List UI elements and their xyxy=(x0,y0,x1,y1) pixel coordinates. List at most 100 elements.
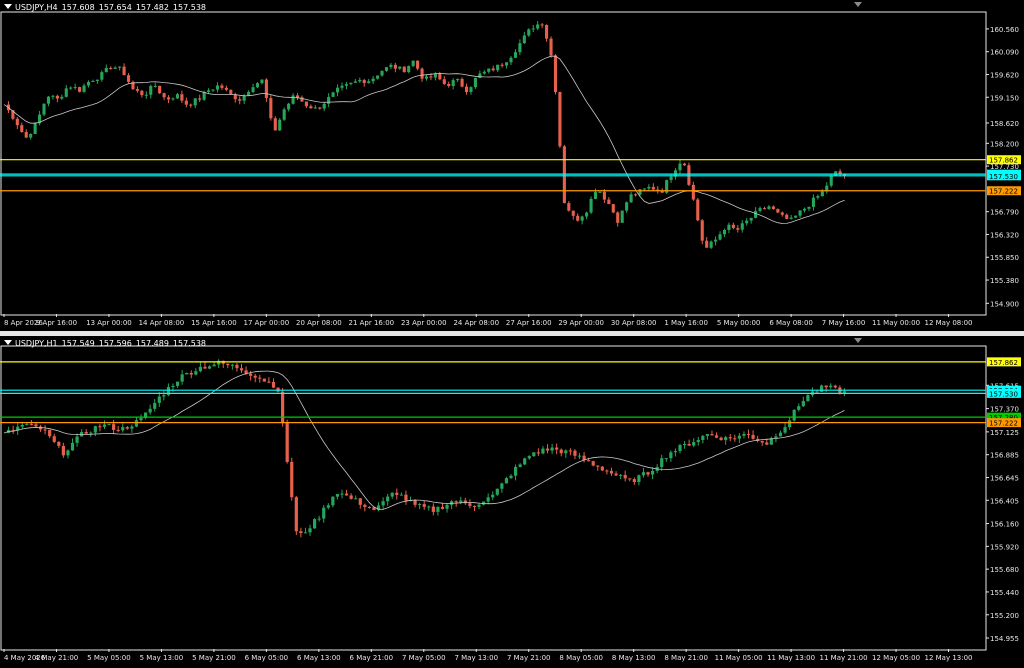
x-tick-label: 7 May 21:00 xyxy=(507,654,551,662)
candle-down xyxy=(776,209,780,213)
candle-down xyxy=(281,391,285,424)
candle-up xyxy=(504,62,509,66)
candle-up xyxy=(811,197,815,207)
y-tick-label: 159.620 xyxy=(990,71,1019,79)
candle-down xyxy=(404,494,408,501)
candle-down xyxy=(454,501,458,503)
candle-up xyxy=(29,133,33,138)
candle-up xyxy=(445,504,449,509)
candle-up xyxy=(157,396,161,403)
candle-down xyxy=(402,66,406,73)
candle-up xyxy=(171,98,175,100)
candle-up xyxy=(317,518,321,520)
candle-down xyxy=(422,504,426,507)
x-tick-label: 29 Apr 00:00 xyxy=(558,319,604,327)
candle-up xyxy=(477,504,481,507)
candle-up xyxy=(682,443,687,446)
candle-up xyxy=(783,427,787,433)
candle-up xyxy=(638,189,642,195)
candle-up xyxy=(107,424,111,426)
candle-up xyxy=(399,494,403,496)
candle-down xyxy=(710,434,714,436)
candle-up xyxy=(95,79,99,81)
candle-down xyxy=(413,500,417,505)
candle-up xyxy=(20,424,24,427)
x-tick-label: 8 May 13:00 xyxy=(612,654,656,662)
candle-up xyxy=(82,85,86,92)
chart-svg-h4: 160.560 160.090 159.620 159.150 158.620 158.2… xyxy=(0,11,1021,327)
chart-shift-marker-icon[interactable] xyxy=(854,2,862,7)
candle-down xyxy=(258,377,262,379)
close-value: 157.538 xyxy=(172,3,207,12)
candle-up xyxy=(139,417,143,421)
candle-down xyxy=(438,73,442,80)
candle-up xyxy=(340,85,344,88)
y-tick-label: 156.320 xyxy=(990,231,1019,239)
candle-up xyxy=(340,493,344,495)
candle-up xyxy=(625,202,629,211)
y-tick-label: 155.380 xyxy=(990,277,1019,285)
candle-up xyxy=(354,498,358,500)
candle-up xyxy=(230,364,234,366)
dropdown-triangle-icon[interactable] xyxy=(4,4,12,9)
candle-up xyxy=(518,464,522,467)
candle-up xyxy=(459,500,463,503)
candle-up xyxy=(650,470,655,475)
chart-pane-h1[interactable]: USDJPY,H1 157.549 157.596 157.489 157.538 15… xyxy=(0,336,1024,668)
y-tick-label: 154.900 xyxy=(990,300,1019,308)
x-tick-label: 9 Apr 16:00 xyxy=(36,319,77,327)
candle-down xyxy=(623,474,627,479)
candle-up xyxy=(486,497,490,502)
candle-up xyxy=(669,452,673,459)
candle-down xyxy=(705,240,709,248)
candle-down xyxy=(344,493,349,496)
chart-shift-marker-icon[interactable] xyxy=(854,338,862,343)
candle-up xyxy=(664,458,668,460)
candle-down xyxy=(728,437,732,439)
candle-down xyxy=(393,64,397,69)
candle-up xyxy=(500,483,504,489)
candle-down xyxy=(545,448,550,451)
candle-down xyxy=(558,91,562,147)
candle-up xyxy=(313,107,317,109)
candle-up xyxy=(585,212,589,217)
candle-up xyxy=(418,504,422,506)
candle-down xyxy=(568,450,572,452)
candle-up xyxy=(134,420,139,427)
candle-up xyxy=(104,67,108,73)
x-tick-label: 5 May 05:00 xyxy=(87,654,131,662)
candle-up xyxy=(331,92,335,97)
y-tick-label: 160.560 xyxy=(990,26,1019,34)
candle-down xyxy=(262,378,266,382)
candle-up xyxy=(589,198,593,213)
candle-down xyxy=(239,368,244,371)
chart-pane-h4[interactable]: USDJPY,H4 157.608 157.654 157.482 157.538 16… xyxy=(0,0,1024,331)
y-tick-label: 155.200 xyxy=(990,612,1019,620)
candle-down xyxy=(299,531,303,534)
candle-down xyxy=(420,68,424,79)
candle-down xyxy=(440,506,445,509)
candle-down xyxy=(52,436,56,442)
candle-up xyxy=(93,426,97,433)
candle-down xyxy=(431,506,435,512)
x-tick-label: 1 May 16:00 xyxy=(664,319,708,327)
candle-up xyxy=(185,372,189,375)
symbol-header: USDJPY,H4 157.608 157.654 157.482 157.538 xyxy=(4,3,210,12)
dropdown-triangle-icon[interactable] xyxy=(4,340,12,345)
candle-up xyxy=(692,442,696,446)
candle-down xyxy=(760,441,764,443)
candle-down xyxy=(48,429,52,437)
candle-down xyxy=(416,60,420,69)
candle-up xyxy=(509,475,513,479)
candle-down xyxy=(746,433,751,435)
candle-up xyxy=(513,466,518,476)
candle-up xyxy=(287,103,291,110)
x-tick-label: 6 May 21:00 xyxy=(350,654,394,662)
candle-down xyxy=(20,125,24,133)
candle-up xyxy=(153,402,157,409)
candle-up xyxy=(737,435,741,439)
candle-up xyxy=(212,364,216,367)
candle-down xyxy=(229,89,233,95)
candle-down xyxy=(491,68,495,71)
candle-up xyxy=(518,43,522,53)
